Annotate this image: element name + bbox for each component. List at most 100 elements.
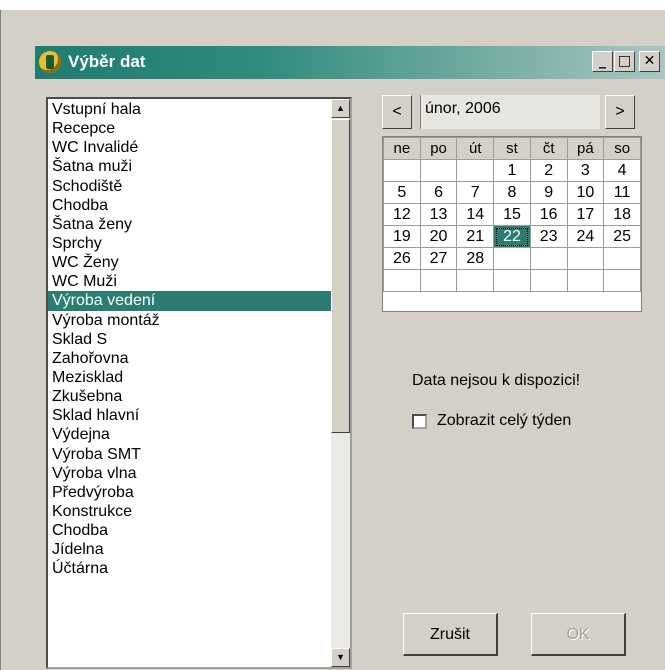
list-item[interactable]: Konstrukce [48,502,331,521]
week-row: 26 27 28 [383,247,641,270]
list-item[interactable]: Jídelna [48,540,331,559]
day-cell[interactable]: 4 [603,159,641,182]
day-cell [493,247,531,270]
weekday-header: čt [529,137,568,160]
cancel-button[interactable]: Zrušit [403,613,498,656]
list-scrollbar[interactable]: ▲ ▼ [331,99,350,667]
list-item[interactable]: Sklad S [48,330,331,349]
close-button[interactable]: ✕ [639,51,660,72]
day-cell[interactable]: 21 [456,225,495,248]
month-label: únor, 2006 [420,95,600,129]
day-cell[interactable]: 13 [419,203,458,226]
day-cell [493,269,531,292]
list-item[interactable]: Šatna muži [48,157,331,176]
list-item[interactable]: Schodiště [48,177,331,196]
list-item[interactable]: Zahořovna [48,349,331,368]
day-cell [529,269,568,292]
day-cell [529,247,568,270]
day-cell[interactable]: 14 [456,203,495,226]
list-item[interactable]: Účtárna [48,559,331,578]
list-item[interactable]: WC Invalidé [48,138,331,157]
list-item[interactable]: Recepce [48,119,331,138]
day-cell[interactable]: 3 [566,159,605,182]
day-cell [419,159,458,182]
list-item[interactable]: Sprchy [48,234,331,253]
day-cell[interactable]: 28 [456,247,495,270]
day-cell[interactable]: 18 [603,203,641,226]
day-cell[interactable]: 12 [383,203,421,226]
day-cell[interactable]: 16 [529,203,568,226]
location-list[interactable]: Vstupní hala Recepce WC Invalidé Šatna muži… [46,97,352,669]
day-cell[interactable]: 1 [493,159,531,182]
day-cell[interactable]: 19 [383,225,421,248]
list-item[interactable]: Předvýroba [48,483,331,502]
weekday-header-row: ne po út st čt pá so [383,137,641,160]
list-item[interactable]: WC Ženy [48,253,331,272]
list-item[interactable]: Šatna ženy [48,215,331,234]
day-cell [456,159,495,182]
day-cell[interactable]: 11 [603,181,641,204]
status-message: Data nejsou k dispozici! [412,372,581,389]
scroll-down-button[interactable]: ▼ [331,648,350,667]
week-row: 1234 [383,159,641,182]
weekday-header: po [419,137,458,160]
day-cell[interactable]: 6 [419,181,458,204]
scroll-up-button[interactable]: ▲ [331,99,350,118]
list-item[interactable]: Zkušebna [48,387,331,406]
day-cell [566,269,605,292]
minimize-button[interactable]: _ [592,51,613,72]
list-item[interactable]: Výroba SMT [48,445,331,464]
weekday-header: so [603,137,641,160]
week-row [383,269,641,292]
day-cell [603,269,641,292]
maximize-button[interactable]: □ [614,51,635,72]
day-cell[interactable]: 15 [493,203,531,226]
prev-month-button[interactable]: < [382,95,412,129]
title-bar[interactable]: Výběr dat _ □ ✕ [35,46,665,79]
day-cell [419,269,458,292]
list-item[interactable]: Sklad hlavní [48,406,331,425]
list-item[interactable]: Chodba [48,521,331,540]
day-cell[interactable]: 8 [493,181,531,204]
day-cell[interactable]: 23 [529,225,568,248]
scroll-thumb[interactable] [331,119,350,433]
list-item[interactable]: Výdejna [48,425,331,444]
week-row: 19 20 21 22 23 24 25 [383,225,641,248]
list-item[interactable]: Chodba [48,196,331,215]
day-cell[interactable]: 26 [383,247,421,270]
day-cell [456,269,495,292]
list-item[interactable]: Mezisklad [48,368,331,387]
day-cell[interactable]: 24 [566,225,605,248]
weekday-header: st [493,137,531,160]
whole-week-label[interactable]: Zobrazit celý týden [437,412,571,430]
day-cell [383,159,421,182]
day-cell[interactable]: 5 [383,181,421,204]
day-cell [383,269,421,292]
day-cell [603,247,641,270]
location-items: Vstupní hala Recepce WC Invalidé Šatna muži… [48,100,331,579]
day-cell[interactable]: 2 [529,159,568,182]
day-cell[interactable]: 17 [566,203,605,226]
whole-week-checkbox[interactable] [412,414,427,429]
week-row: 12 13 14 15 16 17 18 [383,203,641,226]
day-cell[interactable]: 22 [493,225,531,248]
weekday-header: út [456,137,495,160]
day-cell[interactable]: 25 [603,225,641,248]
weekday-header: pá [566,137,605,160]
day-cell[interactable]: 10 [566,181,605,204]
list-item[interactable]: WC Muži [48,272,331,291]
day-cell[interactable]: 9 [529,181,568,204]
calendar-grid: ne po út st čt pá so 1 2 3 4 5 6 7 8 9 10 11 12 13 14 15 16 17… [382,136,642,312]
day-cell[interactable]: 27 [419,247,458,270]
list-item[interactable]: Výroba vedení [48,291,331,311]
list-item[interactable]: Výroba montáž [48,311,331,330]
list-item[interactable]: Výroba vlna [48,464,331,483]
ok-button[interactable]: OK [531,613,626,656]
day-cell [566,247,605,270]
next-month-button[interactable]: > [605,95,635,129]
day-cell[interactable]: 20 [419,225,458,248]
list-item[interactable]: Vstupní hala [48,100,331,119]
app-icon [39,51,61,73]
window-title: Výběr dat [68,52,146,71]
day-cell[interactable]: 7 [456,181,495,204]
